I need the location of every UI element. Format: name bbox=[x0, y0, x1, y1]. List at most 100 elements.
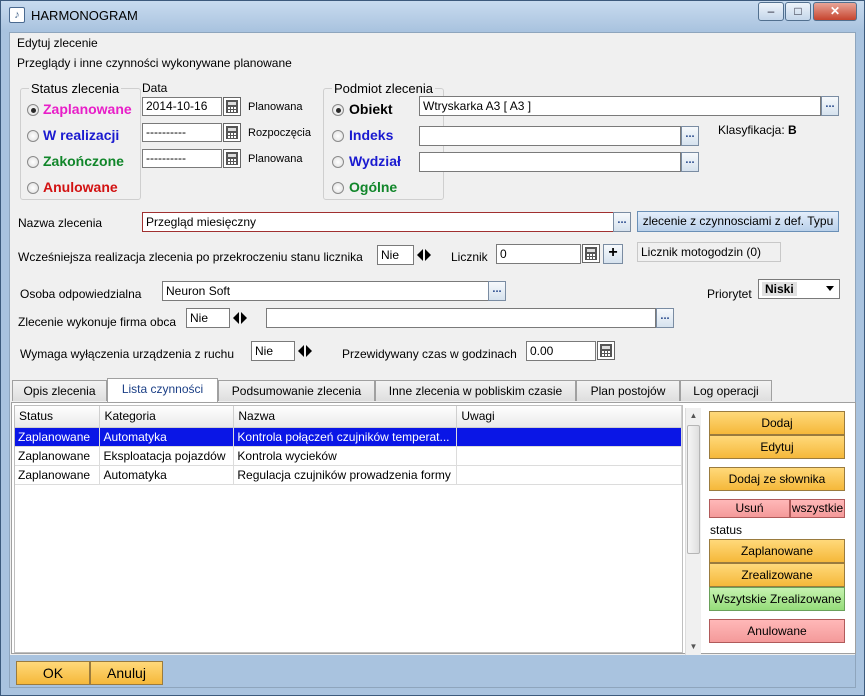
status-option-cancelled[interactable]: Anulowane bbox=[43, 179, 118, 195]
order-name-input[interactable]: Przegląd miesięczny bbox=[142, 212, 614, 232]
order-name-label: Nazwa zlecenia bbox=[18, 216, 103, 230]
tab-description[interactable]: Opis zlecenia bbox=[12, 380, 107, 401]
external-company-input[interactable] bbox=[266, 308, 656, 328]
date-input-2[interactable]: ---------- bbox=[142, 149, 222, 168]
early-execution-toggle[interactable] bbox=[415, 245, 433, 265]
subject-radio-general[interactable] bbox=[332, 182, 344, 194]
scroll-up-icon[interactable]: ▲ bbox=[686, 408, 701, 424]
calendar-icon[interactable] bbox=[223, 123, 241, 142]
counter-info: Licznik motogodzin (0) bbox=[637, 242, 781, 262]
column-header-name[interactable]: Nazwa bbox=[233, 406, 458, 428]
cancel-button[interactable]: Anuluj bbox=[90, 661, 163, 685]
subject-radio-department[interactable] bbox=[332, 156, 344, 168]
subject-browse-button-object[interactable]: ... bbox=[821, 96, 839, 116]
shutdown-required-select[interactable]: Nie bbox=[251, 341, 295, 361]
tab-task-list[interactable]: Lista czynności bbox=[107, 378, 218, 402]
priority-select[interactable]: Niski bbox=[758, 279, 840, 299]
mark-all-done-button[interactable]: Wszytskie Zrealizowane bbox=[709, 587, 845, 611]
table-row[interactable]: Zaplanowane Eksploatacja pojazdów Kontrola… bbox=[15, 446, 682, 466]
cell-name: Kontrola połączeń czujników temperat... bbox=[233, 427, 458, 447]
external-company-label: Zlecenie wykonuje firma obca bbox=[18, 315, 177, 329]
add-from-dictionary-button[interactable]: Dodaj ze słownika bbox=[709, 467, 845, 491]
add-button[interactable]: Dodaj bbox=[709, 411, 845, 435]
external-company-browse-button[interactable]: ... bbox=[656, 308, 674, 328]
responsible-person-browse-button[interactable]: ... bbox=[488, 281, 506, 301]
table-row[interactable]: Zaplanowane Automatyka Kontrola połączeń c… bbox=[15, 427, 682, 447]
subject-input-department[interactable] bbox=[419, 152, 681, 172]
date-caption-2: Planowana bbox=[248, 153, 303, 165]
table-header-row: Status Kategoria Nazwa Uwagi bbox=[15, 406, 682, 428]
calculator-icon[interactable] bbox=[597, 341, 615, 360]
shutdown-required-toggle[interactable] bbox=[296, 341, 314, 361]
status-radio-in-progress[interactable] bbox=[27, 130, 39, 142]
task-table-scrollbar[interactable]: ▲ ▼ bbox=[685, 408, 701, 655]
tab-operation-log[interactable]: Log operacji bbox=[680, 380, 772, 401]
responsible-person-input[interactable]: Neuron Soft bbox=[162, 281, 489, 301]
order-name-browse-button[interactable]: ... bbox=[613, 212, 631, 232]
mark-planned-button[interactable]: Zaplanowane bbox=[709, 539, 845, 563]
cell-status: Zaplanowane bbox=[15, 465, 101, 485]
date-input-0[interactable]: 2014-10-16 bbox=[142, 97, 222, 116]
column-header-status[interactable]: Status bbox=[15, 406, 101, 428]
subject-browse-button-department[interactable]: ... bbox=[681, 152, 699, 172]
delete-all-button[interactable]: wszystkie bbox=[790, 499, 845, 518]
cell-category: Automatyka bbox=[99, 427, 235, 447]
cancel-task-button[interactable]: Anulowane bbox=[709, 619, 845, 643]
dialog-client: Edytuj zlecenie Przeglądy i inne czynnoś… bbox=[9, 32, 856, 688]
counter-input[interactable]: 0 bbox=[496, 244, 581, 264]
edit-button[interactable]: Edytuj bbox=[709, 435, 845, 459]
classification-label: Klasyfikacja: B bbox=[718, 123, 797, 137]
cell-status: Zaplanowane bbox=[15, 427, 101, 447]
calendar-icon[interactable] bbox=[223, 97, 241, 116]
date-input-1[interactable]: ---------- bbox=[142, 123, 222, 142]
status-radio-completed[interactable] bbox=[27, 156, 39, 168]
status-group-label: Status zlecenia bbox=[29, 81, 122, 96]
order-type-button[interactable]: zlecenie z czynnosciami z def. Typu bbox=[637, 211, 839, 232]
early-execution-select[interactable]: Nie bbox=[377, 245, 414, 265]
window-title: HARMONOGRAM bbox=[31, 8, 138, 23]
maximize-button[interactable]: □ bbox=[785, 2, 811, 21]
task-table[interactable]: Status Kategoria Nazwa Uwagi Zaplanowane… bbox=[14, 405, 701, 655]
cell-notes bbox=[456, 446, 682, 466]
scrollbar-thumb[interactable] bbox=[687, 425, 700, 554]
external-company-select[interactable]: Nie bbox=[186, 308, 230, 328]
subject-input-object[interactable]: Wtryskarka A3 [ A3 ] bbox=[419, 96, 821, 116]
status-radio-planned[interactable] bbox=[27, 104, 39, 116]
app-icon: ♪ bbox=[9, 7, 25, 23]
cell-status: Zaplanowane bbox=[15, 446, 101, 466]
shutdown-required-label: Wymaga wyłączenia urządzenia z ruchu bbox=[20, 347, 234, 361]
table-row[interactable]: Zaplanowane Automatyka Regulacja czujników… bbox=[15, 465, 682, 485]
counter-add-button[interactable]: + bbox=[603, 244, 623, 264]
subject-input-index[interactable] bbox=[419, 126, 681, 146]
ok-button[interactable]: OK bbox=[16, 661, 90, 685]
delete-button[interactable]: Usuń bbox=[709, 499, 790, 518]
subject-option-object[interactable]: Obiekt bbox=[349, 101, 393, 117]
subject-radio-object[interactable] bbox=[332, 104, 344, 116]
cell-notes bbox=[456, 465, 682, 485]
status-option-planned[interactable]: Zaplanowane bbox=[43, 101, 132, 117]
close-button[interactable]: ✕ bbox=[813, 2, 857, 21]
status-radio-cancelled[interactable] bbox=[27, 182, 39, 194]
mark-done-button[interactable]: Zrealizowane bbox=[709, 563, 845, 587]
estimated-time-input[interactable]: 0.00 bbox=[526, 341, 596, 361]
calculator-icon[interactable] bbox=[582, 244, 600, 263]
column-header-notes[interactable]: Uwagi bbox=[456, 406, 682, 428]
tab-summary[interactable]: Podsumowanie zlecenia bbox=[218, 380, 375, 401]
minimize-button[interactable]: – bbox=[758, 2, 784, 21]
calendar-icon[interactable] bbox=[223, 149, 241, 168]
scroll-down-icon[interactable]: ▼ bbox=[686, 639, 701, 655]
column-header-category[interactable]: Kategoria bbox=[99, 406, 235, 428]
subject-option-department[interactable]: Wydział bbox=[349, 153, 401, 169]
status-option-completed[interactable]: Zakończone bbox=[43, 153, 124, 169]
subject-option-general[interactable]: Ogólne bbox=[349, 179, 397, 195]
tab-other-orders[interactable]: Inne zlecenia w pobliskim czasie bbox=[375, 380, 576, 401]
cell-category: Automatyka bbox=[99, 465, 235, 485]
status-section-label: status bbox=[710, 523, 743, 537]
subject-radio-index[interactable] bbox=[332, 130, 344, 142]
title-bar[interactable]: ♪ HARMONOGRAM – □ ✕ bbox=[1, 1, 864, 31]
subject-option-index[interactable]: Indeks bbox=[349, 127, 393, 143]
status-option-in-progress[interactable]: W realizacji bbox=[43, 127, 119, 143]
tab-downtime-plan[interactable]: Plan postojów bbox=[576, 380, 680, 401]
subject-browse-button-index[interactable]: ... bbox=[681, 126, 699, 146]
external-company-toggle[interactable] bbox=[231, 308, 249, 328]
